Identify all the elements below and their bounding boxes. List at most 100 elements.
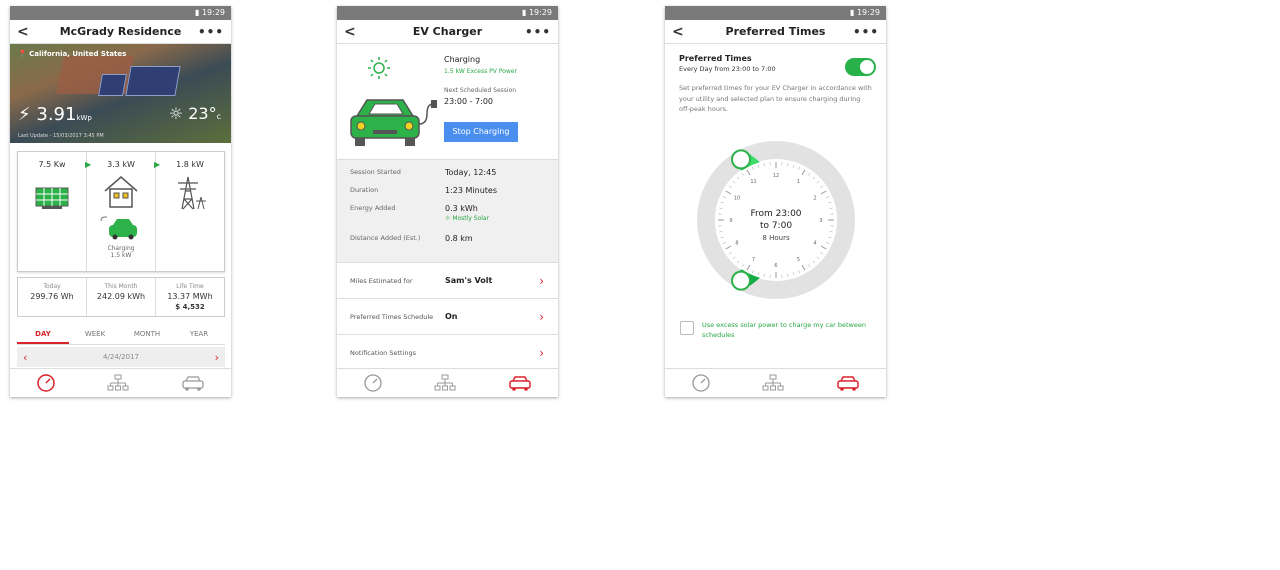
car-status-label: Charging (107, 245, 135, 252)
tab-year[interactable]: YEAR (173, 323, 225, 344)
car-icon[interactable] (181, 374, 205, 392)
temperature-unit: c (216, 112, 221, 121)
solar-value: 7.5 Kw (38, 160, 66, 169)
session-row: Distance Added (Est.) 0.8 km (350, 234, 558, 252)
car-icon[interactable] (508, 374, 532, 392)
page-title: Preferred Times (725, 25, 826, 38)
flow-solar: 7.5 Kw (18, 152, 87, 271)
home-value: 3.3 kW (107, 160, 135, 169)
chevron-right-icon[interactable]: › (215, 351, 219, 364)
next-session-value: 23:00 - 7:00 (444, 97, 493, 106)
session-key: Energy Added (350, 204, 396, 212)
session-details: Session Started Today, 12:45 Duration 1:23… (337, 159, 558, 263)
bottom-nav (337, 368, 558, 397)
network-icon[interactable] (762, 374, 784, 392)
dial-number: 7 (752, 257, 755, 263)
temperature-value: 23° (188, 104, 217, 123)
dial-number: 6 (774, 263, 777, 269)
row-label: Notification Settings (350, 348, 417, 357)
back-icon[interactable]: < (672, 20, 684, 44)
session-value: Today, 12:45 (445, 168, 497, 177)
car-icon[interactable] (836, 374, 860, 392)
stat-value: 13.37 MWh (167, 292, 213, 301)
session-row: Energy Added 0.3 kWh ☼ Mostly Solar (350, 204, 558, 234)
stat-label: This Month (104, 283, 138, 290)
solar-panel-image (98, 74, 127, 96)
excess-solar-checkbox[interactable] (680, 321, 694, 335)
power-tower-icon (178, 176, 206, 210)
title-bar: < EV Charger ••• (337, 20, 558, 44)
schedule-clock-dial[interactable]: 121234567891011 From 23:00 to 7:00 8 Hou… (696, 140, 856, 300)
dial-number: 3 (819, 218, 822, 224)
preferred-times-header: Preferred Times Every Day from 23:00 to … (665, 44, 886, 115)
energy-flow-panel: 7.5 Kw ▶ 3.3 kW Charging 1.5 kW ▶ 1.8 kW (17, 151, 225, 272)
clock-to-text: to 7:00 (760, 221, 792, 231)
date-navigator: ‹ 4/24/2017 › (17, 347, 225, 367)
power-value: 3.91 (36, 104, 77, 125)
stat-month: This Month 242.09 kWh (87, 278, 156, 316)
start-handle[interactable] (731, 149, 751, 170)
network-icon[interactable] (107, 374, 129, 392)
phone-ev-charger: ▮ 19:29 < EV Charger ••• Charging 1.5 kW… (337, 6, 558, 397)
row-value: On (445, 312, 458, 321)
grid-value: 1.8 kW (176, 160, 204, 169)
notification-settings-row[interactable]: Notification Settings › (337, 335, 558, 371)
dial-number: 11 (750, 179, 756, 185)
gauge-icon[interactable] (363, 373, 383, 393)
next-session-label: Next Scheduled Session (444, 87, 517, 94)
miles-estimated-row[interactable]: Miles Estimated for Sam's Volt › (337, 263, 558, 299)
power-readout: ⚡ 3.91kWp (18, 104, 92, 125)
excess-solar-label[interactable]: Use excess solar power to charge my car … (702, 320, 872, 340)
phone-dashboard: ▮ 19:29 < McGrady Residence ••• 📍 Califo… (10, 6, 231, 397)
dial-number: 8 (735, 241, 738, 247)
status-time: 19:29 (856, 8, 880, 17)
session-row: Session Started Today, 12:45 (350, 168, 558, 186)
toggle-knob (860, 60, 874, 74)
energy-stats: Today 299.76 Wh This Month 242.09 kWh Li… (17, 277, 225, 317)
more-icon[interactable]: ••• (198, 20, 224, 44)
period-tabs: DAY WEEK MONTH YEAR (17, 323, 225, 345)
network-icon[interactable] (434, 374, 456, 392)
bottom-nav (10, 368, 231, 397)
tab-week[interactable]: WEEK (69, 323, 121, 344)
date-label: 4/24/2017 (103, 353, 139, 361)
preferred-times-row[interactable]: Preferred Times Schedule On › (337, 299, 558, 335)
more-icon[interactable]: ••• (853, 20, 879, 44)
tab-day[interactable]: DAY (17, 323, 69, 344)
gauge-icon[interactable] (36, 373, 56, 393)
status-time: 19:29 (201, 8, 225, 17)
weather-icon: ☼ (168, 104, 184, 123)
title-bar: < Preferred Times ••• (665, 20, 886, 44)
title-bar: < McGrady Residence ••• (10, 20, 231, 44)
clock-duration-text: 8 Hours (762, 234, 790, 242)
tab-month[interactable]: MONTH (121, 323, 173, 344)
dial-number: 4 (813, 241, 816, 247)
back-icon[interactable]: < (17, 20, 29, 44)
flow-home: ▶ 3.3 kW Charging 1.5 kW (85, 152, 156, 271)
end-handle[interactable] (731, 270, 751, 291)
last-update: Last Update - 15/03/2017 3:45 PM (18, 133, 104, 139)
dial-number: 12 (773, 173, 779, 179)
dial-number: 5 (797, 257, 800, 263)
stop-charging-button[interactable]: Stop Charging (444, 122, 518, 142)
dial-number: 9 (729, 218, 732, 224)
solar-panel-image (125, 66, 181, 96)
back-icon[interactable]: < (344, 20, 356, 44)
chevron-right-icon: › (539, 309, 544, 324)
sun-icon (368, 57, 390, 79)
preferred-times-toggle[interactable] (845, 58, 876, 76)
charging-summary: Charging 1.5 kW Excess PV Power Next Sch… (337, 44, 558, 159)
gauge-icon[interactable] (691, 373, 711, 393)
dial-number: 10 (734, 196, 740, 202)
chevron-left-icon[interactable]: ‹ (23, 351, 27, 364)
mostly-solar-note: ☼ Mostly Solar (445, 215, 489, 222)
row-label: Preferred Times Schedule (350, 312, 434, 321)
ev-car-icon (100, 216, 137, 240)
description-text: Set preferred times for your EV Charger … (679, 84, 872, 113)
more-icon[interactable]: ••• (525, 20, 551, 44)
phone-preferred-times: ▮ 19:29 < Preferred Times ••• Preferred … (665, 6, 886, 397)
location-text: California, United States (29, 50, 127, 58)
page-title: EV Charger (412, 25, 483, 38)
flow-arrow-icon: ▶ (154, 160, 161, 169)
status-bar: ▮ 19:29 (337, 6, 558, 20)
